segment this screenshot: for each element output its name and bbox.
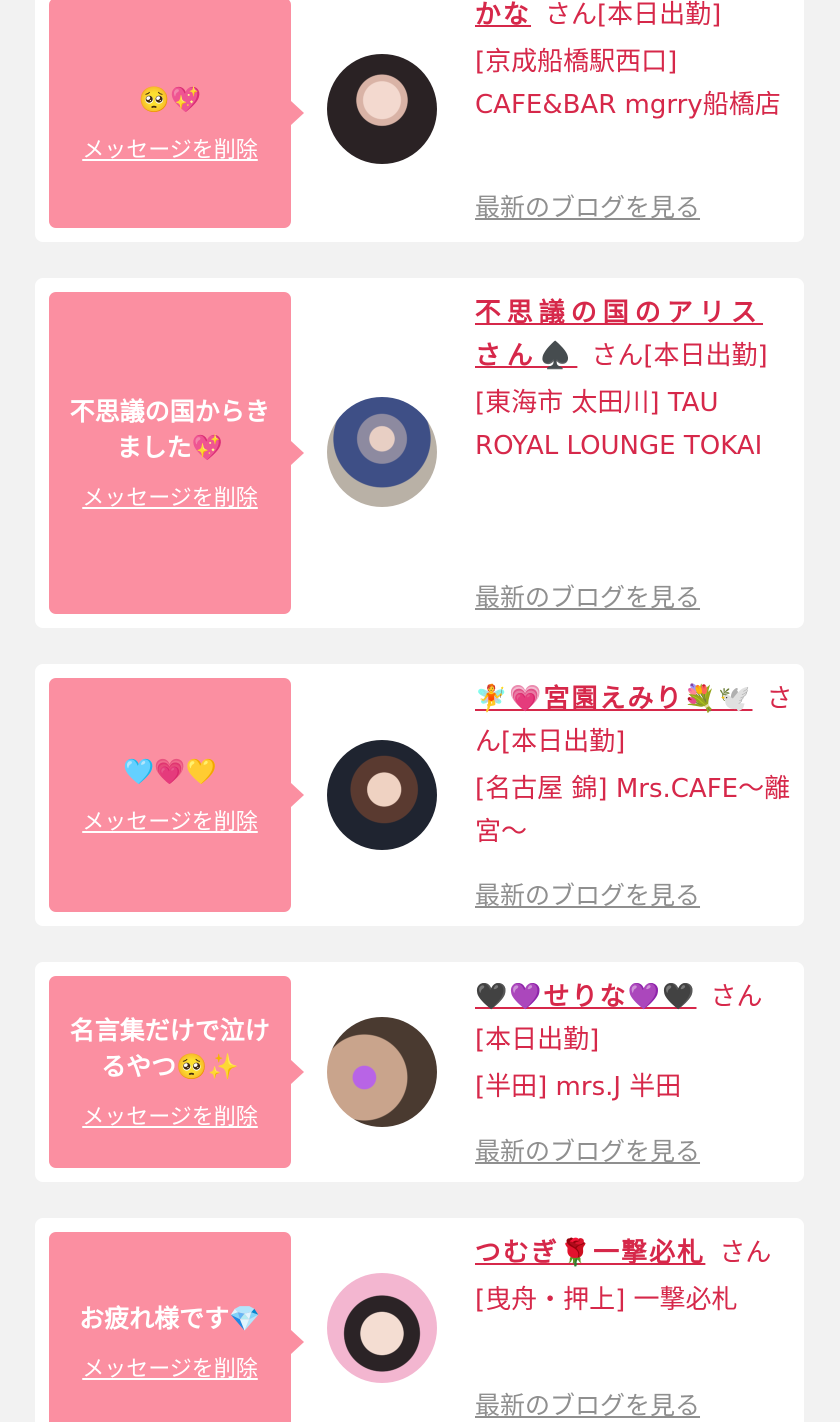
delete-message-link[interactable]: メッセージを削除 bbox=[82, 1099, 258, 1131]
delete-message-link[interactable]: メッセージを削除 bbox=[82, 132, 258, 164]
cast-shop: [半田] mrs.J 半田 bbox=[475, 1072, 682, 1102]
message-text: 🥺💖 bbox=[138, 85, 202, 114]
cast-name-link[interactable]: かな bbox=[475, 0, 531, 30]
message-bubble: 🩵💗💛 メッセージを削除 bbox=[49, 678, 304, 912]
message-bubble: 名言集だけで泣けるやつ🥺✨ メッセージを削除 bbox=[49, 976, 304, 1168]
message-text: 名言集だけで泣けるやつ🥺✨ bbox=[69, 1016, 270, 1081]
cast-card: 🥺💖 メッセージを削除 かな さん[本日出勤] [京成船橋駅西口] CAFE&BA… bbox=[35, 0, 804, 242]
cast-status: さん bbox=[719, 1238, 772, 1268]
cast-name-link[interactable]: 🖤💜せりな💜🖤 bbox=[475, 982, 697, 1012]
cast-shop: [名古屋 錦] Mrs.CAFE〜離宮〜 bbox=[475, 774, 791, 847]
cast-info: かな さん[本日出勤] [京成船橋駅西口] CAFE&BAR mgrry船橋店 bbox=[475, 0, 793, 127]
cast-info: 🖤💜せりな💜🖤 さん[本日出勤] [半田] mrs.J 半田 bbox=[475, 976, 793, 1109]
cast-card: 🩵💗💛 メッセージを削除 🧚💗宮園えみり💐🕊️ さん[本日出勤] [名古屋 錦] … bbox=[35, 664, 804, 926]
cast-name-link[interactable]: つむぎ🌹一撃必札 bbox=[475, 1238, 705, 1268]
latest-blog-link[interactable]: 最新のブログを見る bbox=[475, 876, 700, 912]
message-bubble: 🥺💖 メッセージを削除 bbox=[49, 0, 304, 228]
cast-avatar[interactable] bbox=[327, 740, 437, 850]
message-bubble: お疲れ様です💎 メッセージを削除 bbox=[49, 1232, 304, 1422]
latest-blog-link[interactable]: 最新のブログを見る bbox=[475, 1132, 700, 1168]
cast-name-link[interactable]: 🧚💗宮園えみり💐🕊️ bbox=[475, 684, 753, 714]
cast-avatar[interactable] bbox=[327, 1273, 437, 1383]
delete-message-link[interactable]: メッセージを削除 bbox=[82, 480, 258, 512]
cast-shop: [東海市 太田川] TAU ROYAL LOUNGE TOKAI bbox=[475, 388, 763, 461]
cast-card: お疲れ様です💎 メッセージを削除 つむぎ🌹一撃必札 さん [曳舟・押上] 一撃必札… bbox=[35, 1218, 804, 1422]
latest-blog-link[interactable]: 最新のブログを見る bbox=[475, 578, 700, 614]
favorite-cast-list: 🥺💖 メッセージを削除 かな さん[本日出勤] [京成船橋駅西口] CAFE&BA… bbox=[0, 0, 840, 1422]
delete-message-link[interactable]: メッセージを削除 bbox=[82, 804, 258, 836]
latest-blog-link[interactable]: 最新のブログを見る bbox=[475, 188, 700, 224]
cast-card: 不思議の国からきました💖 メッセージを削除 不思議の国のアリスさん♠️ さん[本日… bbox=[35, 278, 804, 628]
latest-blog-link[interactable]: 最新のブログを見る bbox=[475, 1386, 700, 1422]
message-text: お疲れ様です💎 bbox=[79, 1304, 261, 1333]
message-text: 不思議の国からきました💖 bbox=[69, 397, 270, 462]
cast-info: 🧚💗宮園えみり💐🕊️ さん[本日出勤] [名古屋 錦] Mrs.CAFE〜離宮〜 bbox=[475, 678, 793, 854]
cast-shop: [京成船橋駅西口] CAFE&BAR mgrry船橋店 bbox=[475, 47, 781, 120]
cast-avatar[interactable] bbox=[327, 54, 437, 164]
cast-card: 名言集だけで泣けるやつ🥺✨ メッセージを削除 🖤💜せりな💜🖤 さん[本日出勤] [… bbox=[35, 962, 804, 1182]
message-text: 🩵💗💛 bbox=[123, 757, 217, 786]
cast-shop: [曳舟・押上] 一撃必札 bbox=[475, 1285, 738, 1315]
message-bubble: 不思議の国からきました💖 メッセージを削除 bbox=[49, 292, 304, 614]
cast-status: さん[本日出勤] bbox=[545, 0, 722, 30]
cast-status: さん[本日出勤] bbox=[591, 341, 768, 371]
cast-avatar[interactable] bbox=[327, 1017, 437, 1127]
cast-avatar[interactable] bbox=[327, 397, 437, 507]
delete-message-link[interactable]: メッセージを削除 bbox=[82, 1351, 258, 1383]
cast-info: 不思議の国のアリスさん♠️ さん[本日出勤] [東海市 太田川] TAU ROYA… bbox=[475, 292, 793, 468]
cast-info: つむぎ🌹一撃必札 さん [曳舟・押上] 一撃必札 bbox=[475, 1232, 793, 1322]
